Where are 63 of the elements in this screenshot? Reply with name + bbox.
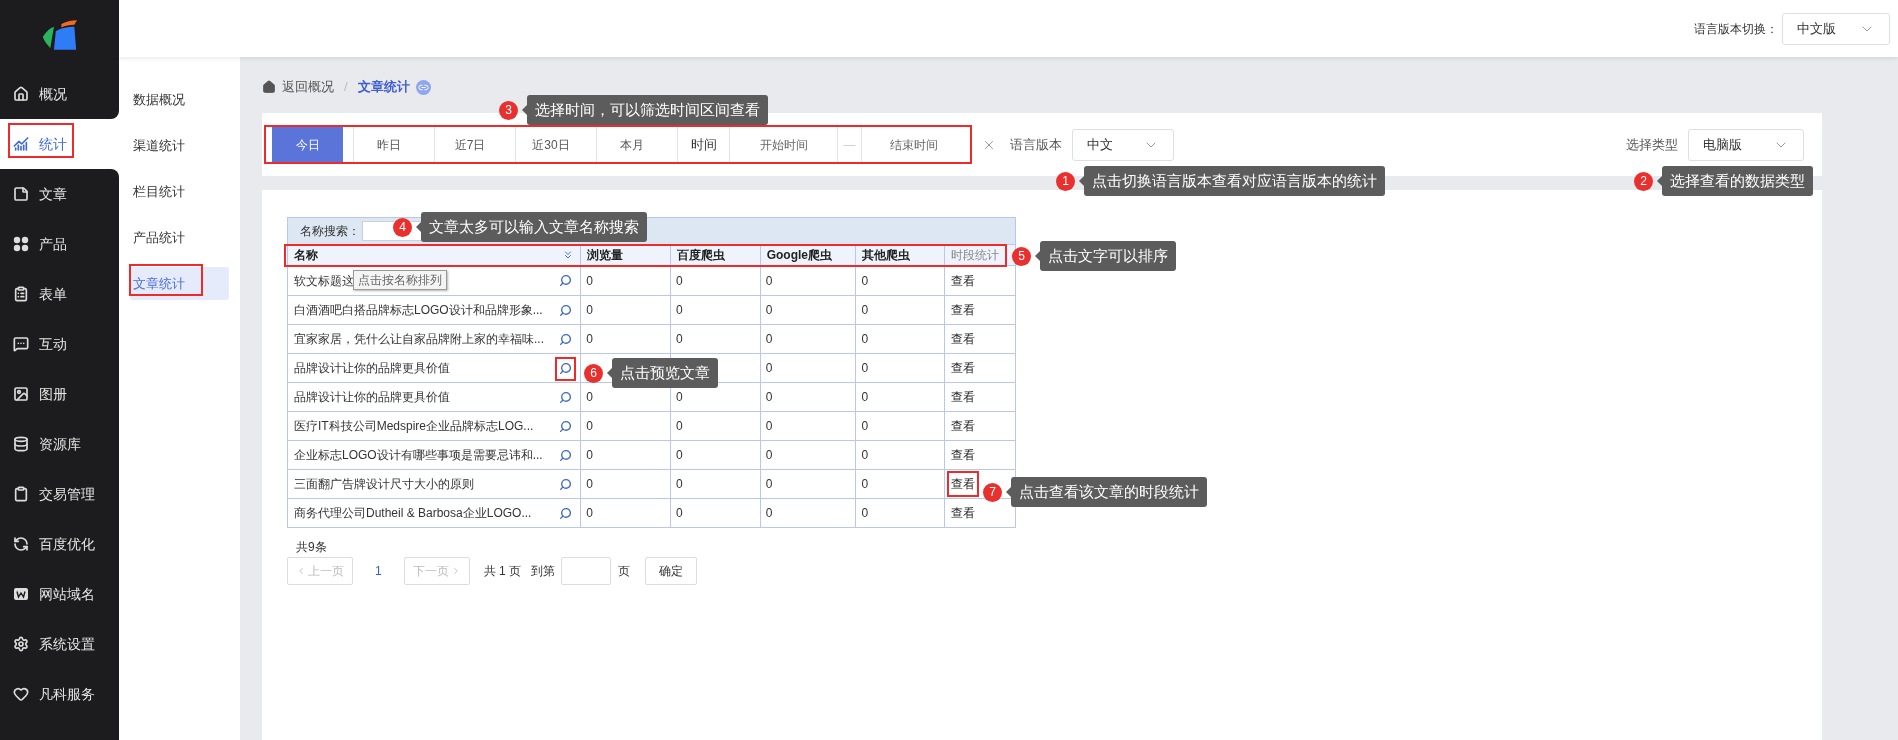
table-cell-text: 0 <box>861 331 869 348</box>
type-label: 选择类型 <box>1626 135 1678 154</box>
callout-tooltip: 点击切换语言版本查看对应语言版本的统计 <box>1079 166 1385 196</box>
callout-tooltip: 点击预览文章 <box>607 358 718 388</box>
table-cell-text: 0 <box>675 331 683 348</box>
table-cell-text: 0 <box>861 302 869 319</box>
table-cell-text: 0 <box>861 505 869 522</box>
table-cell-text: 0 <box>765 331 773 348</box>
breadcrumb-current: 文章统计 <box>357 78 410 97</box>
table-cell-text: 品牌设计让你的品牌更具价值 <box>294 360 450 377</box>
table-cell-text: 医疗IT科技公司Medspire企业品牌标志LOG... <box>294 418 534 435</box>
table-cell-text: 0 <box>675 272 683 290</box>
table-cell-text: 0 <box>765 302 773 319</box>
search-label: 名称搜索： <box>300 223 360 240</box>
table-cell-text: 0 <box>765 447 773 464</box>
table-cell-text: 0 <box>765 272 773 290</box>
page-suffix: 页 <box>618 563 631 580</box>
table-cell-text: 0 <box>675 447 683 464</box>
table-cell-text: 0 <box>861 418 869 435</box>
table-cell-text: 0 <box>675 302 683 319</box>
breadcrumb-separator: / <box>344 78 348 97</box>
callout-tooltip: 选择查看的数据类型 <box>1657 166 1813 196</box>
table-cell-text: 0 <box>861 272 869 290</box>
callout-tooltip: 点击文字可以排序 <box>1035 241 1176 271</box>
sort-tooltip: 点击按名称排列 <box>353 270 447 290</box>
callout-tooltip: 选择时间，可以筛选时间区间查看 <box>522 95 768 125</box>
table-cell-text: 0 <box>765 418 773 435</box>
table-cell-text: 0 <box>586 476 593 493</box>
table-cell-text: 0 <box>861 476 869 493</box>
table-cell-text: 0 <box>861 389 869 406</box>
table-cell-text: 企业标志LOGO设计有哪些事项是需要忌讳和... <box>294 447 543 464</box>
goto-label: 到第 <box>531 563 556 580</box>
time-label: 时间 <box>677 127 729 162</box>
table-cell-text: 商务代理公司Dutheil & Barbosa企业LOGO... <box>294 505 532 522</box>
table-cell-text: 0 <box>586 505 593 522</box>
table-cell-text: 0 <box>765 360 773 377</box>
range-separator: — <box>837 127 861 162</box>
callout-tooltip: 文章太多可以输入文章名称搜索 <box>416 212 647 242</box>
table-cell-text: 0 <box>765 505 773 522</box>
table-cell-text: 0 <box>586 302 593 319</box>
table-cell-text: 0 <box>765 389 773 406</box>
table-cell-text: 宜家家居，凭什么让自家品牌附上家的幸福味... <box>294 331 544 348</box>
table-cell-text: 0 <box>675 476 683 493</box>
table-cell-text: 三面翻广告牌设计尺寸大小的原则 <box>294 476 474 493</box>
callout-tooltip: 点击查看该文章的时段统计 <box>1006 477 1207 507</box>
table-cell-text: 0 <box>586 272 593 290</box>
table-cell-text: 0 <box>675 418 683 435</box>
table-cell-text: 软文标题这 <box>294 272 354 290</box>
table-cell-text: 白酒酒吧白搭品牌标志LOGO设计和品牌形象... <box>294 302 543 319</box>
table-cell-text: 0 <box>586 331 593 348</box>
language-switch-label: 语言版本切换： <box>1694 20 1778 38</box>
page-count: 共 1 页 <box>483 563 522 580</box>
language-label: 语言版本 <box>1010 135 1062 154</box>
table-cell-text: 0 <box>586 447 593 464</box>
table-cell-text: 0 <box>765 476 773 493</box>
table-cell-text: 0 <box>861 360 869 377</box>
table-cell-text: 0 <box>675 505 683 522</box>
table-cell-text: 0 <box>586 418 593 435</box>
table-cell-text: 0 <box>861 447 869 464</box>
total-count: 共9条 <box>296 540 327 554</box>
table-cell-text: 品牌设计让你的品牌更具价值 <box>294 389 450 406</box>
table-cell-text: 0 <box>586 389 593 406</box>
table-cell-text: 0 <box>675 389 683 406</box>
